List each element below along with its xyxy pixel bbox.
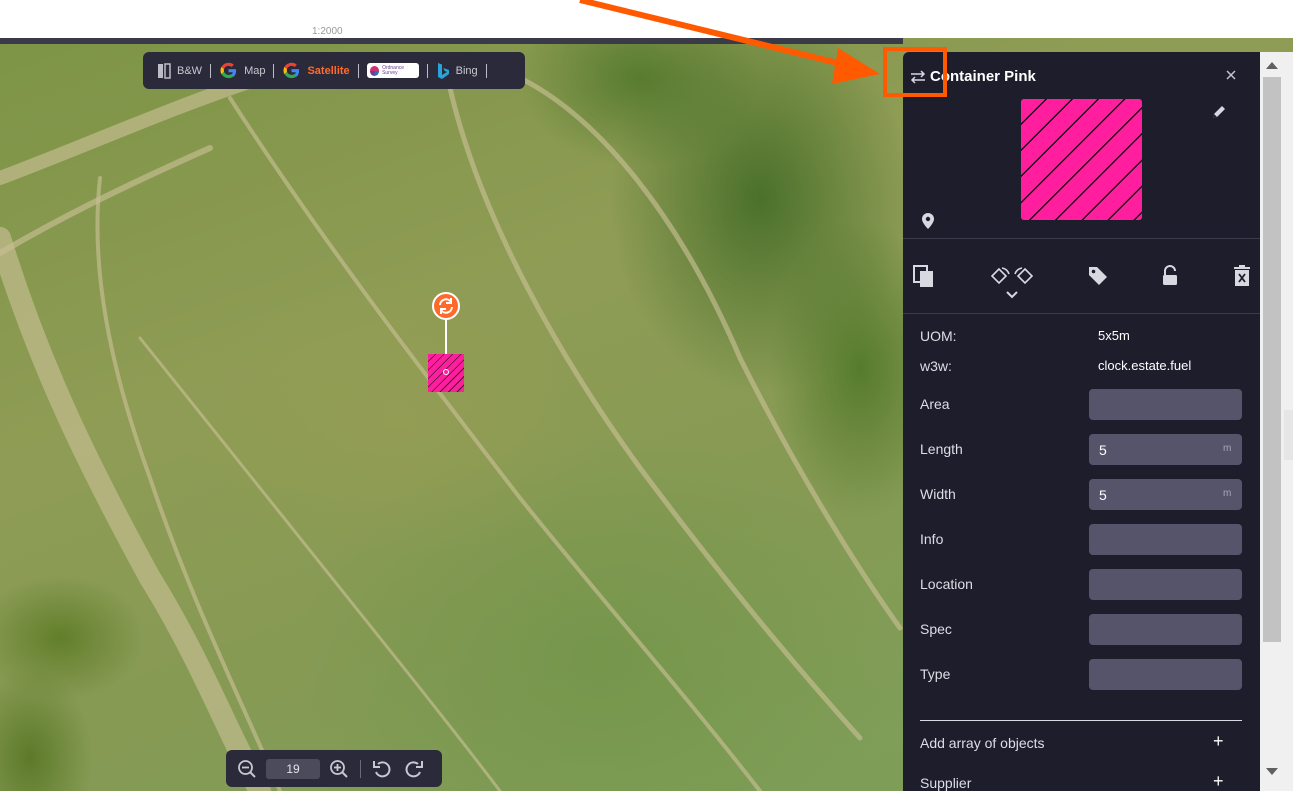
property-area: Area (920, 388, 1242, 433)
object-preview (1021, 99, 1142, 220)
property-value: clock.estate.fuel (1098, 358, 1192, 373)
object-center-dot (443, 369, 449, 375)
property-label: Spec (920, 621, 952, 637)
rotate-flip-button[interactable] (989, 265, 1035, 301)
property-label: Location (920, 576, 973, 592)
length-input[interactable] (1089, 434, 1242, 465)
page-edge-strip (1284, 410, 1293, 460)
property-w3w: w3w: clock.estate.fuel (920, 350, 1242, 380)
plus-icon: + (1213, 771, 1224, 791)
width-input[interactable] (1089, 479, 1242, 510)
scroll-down-arrow-icon[interactable] (1266, 768, 1278, 775)
scroll-up-arrow-icon[interactable] (1266, 62, 1278, 69)
scroll-thumb[interactable] (1263, 77, 1281, 642)
panel-header: Container Pink (903, 52, 1260, 102)
section-divider (920, 720, 1242, 721)
supplier-section[interactable]: Supplier + (920, 767, 1242, 791)
spec-input[interactable] (1089, 614, 1242, 645)
scale-text: 1:2000 (312, 26, 343, 37)
property-label: Info (920, 531, 944, 547)
property-width: Width m (920, 478, 1242, 523)
zoom-out-button[interactable] (234, 756, 260, 782)
google-logo-icon (220, 62, 237, 79)
object-toolbar (903, 257, 1260, 307)
panel-divider (903, 238, 1260, 239)
copy-button[interactable] (913, 265, 935, 289)
undo-button[interactable] (369, 756, 395, 782)
layer-separator (426, 63, 428, 78)
location-pin-icon[interactable] (921, 212, 935, 230)
width-unit: m (1223, 488, 1232, 499)
property-spec: Spec (920, 613, 1242, 658)
close-icon (1226, 70, 1236, 80)
ordnance-survey-logo-icon: Ordnance Survey (366, 63, 419, 78)
layer-google-map[interactable]: Map (213, 52, 271, 89)
layer-separator (357, 63, 359, 78)
property-label: Area (920, 396, 950, 412)
layer-label-bing: Bing (455, 64, 478, 77)
object-properties-panel: Container Pink UOM: 5x5m w3w: clock.esta… (903, 52, 1260, 791)
redo-icon (405, 760, 423, 777)
layer-label-satellite: Satellite (307, 64, 350, 77)
layer-bw[interactable]: B&W (151, 52, 208, 89)
panel-divider (903, 313, 1260, 314)
info-input[interactable] (1089, 524, 1242, 555)
property-label: UOM: (920, 328, 957, 344)
zoom-out-icon (238, 759, 256, 778)
layer-separator (485, 63, 487, 78)
rotate-icon (439, 298, 453, 314)
layer-separator (273, 63, 275, 78)
zoom-separator (360, 759, 361, 778)
property-location: Location (920, 568, 1242, 613)
zoom-in-button[interactable] (326, 756, 352, 782)
section-label: Add array of objects (920, 735, 1045, 751)
zoom-level-input[interactable] (266, 758, 320, 779)
property-length: Length m (920, 433, 1242, 478)
property-uom: UOM: 5x5m (920, 320, 1242, 350)
undo-icon (373, 760, 391, 777)
property-info: Info (920, 523, 1242, 568)
annotation-highlight-box (883, 47, 947, 97)
property-type: Type (920, 658, 1242, 703)
property-label: Width (920, 486, 956, 502)
layer-label-map: Map (244, 64, 266, 77)
layer-ordnance-survey[interactable]: Ordnance Survey (361, 52, 425, 89)
plus-icon: + (1213, 731, 1224, 751)
properties-list: UOM: 5x5m w3w: clock.estate.fuel Area Le… (920, 320, 1242, 703)
length-unit: m (1223, 443, 1232, 454)
layer-switcher: B&W Map Satellite Ordnance Survey Bing (143, 52, 525, 89)
layer-google-satellite[interactable]: Satellite (276, 52, 355, 89)
property-label: Length (920, 441, 963, 457)
property-label: Type (920, 666, 951, 682)
section-label: Supplier (920, 775, 972, 791)
layer-bing[interactable]: Bing (430, 52, 484, 89)
layer-separator (210, 63, 212, 78)
add-array-section[interactable]: Add array of objects + (920, 727, 1242, 757)
tag-icon[interactable] (1087, 265, 1109, 287)
google-logo-icon (283, 62, 300, 79)
pencil-icon[interactable] (1211, 104, 1227, 120)
delete-icon[interactable] (1233, 265, 1251, 287)
rotate-handle[interactable] (432, 292, 460, 320)
redo-button[interactable] (401, 756, 427, 782)
location-input[interactable] (1089, 569, 1242, 600)
lock-icon[interactable] (1161, 265, 1179, 287)
bw-map-icon (158, 62, 171, 79)
property-label: w3w: (920, 358, 952, 374)
property-value: 5x5m (1098, 328, 1130, 343)
zoom-toolbar (226, 750, 442, 787)
top-strip: 1:2000 (0, 0, 1293, 38)
type-input[interactable] (1089, 659, 1242, 690)
layer-label-bw: B&W (177, 64, 203, 77)
close-button[interactable] (1223, 67, 1239, 83)
zoom-in-icon (330, 759, 348, 778)
bing-logo-icon (437, 62, 449, 79)
area-input[interactable] (1089, 389, 1242, 420)
